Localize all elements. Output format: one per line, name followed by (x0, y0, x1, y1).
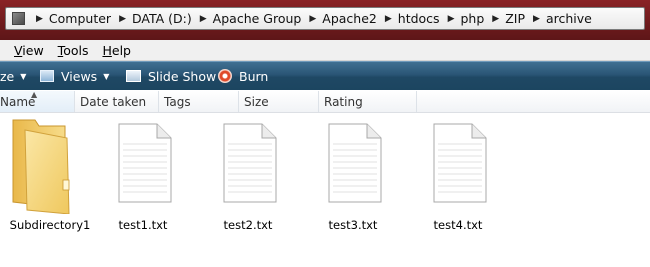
file-item-test3[interactable]: test3.txt (308, 118, 398, 238)
column-header-size[interactable]: Size (239, 91, 319, 112)
views-label: Views (61, 68, 98, 84)
chevron-right-icon[interactable]: ▶ (119, 14, 126, 24)
file-item-test1[interactable]: test1.txt (98, 118, 188, 238)
chevron-down-icon: ▼ (20, 71, 27, 81)
breadcrumb-computer[interactable]: Computer (49, 11, 111, 26)
column-date-label: Date taken (80, 94, 147, 109)
text-file-icon (433, 123, 487, 203)
folder-item[interactable]: Subdirectory1 (5, 118, 95, 238)
file-name: test3.txt (328, 218, 378, 232)
breadcrumb-data-drive[interactable]: DATA (D:) (132, 11, 192, 26)
title-bar: ▶ Computer ▶ DATA (D:) ▶ Apache Group ▶ … (0, 0, 650, 40)
breadcrumb-apache-group[interactable]: Apache Group (213, 11, 302, 26)
text-file-icon (328, 123, 382, 203)
chevron-right-icon[interactable]: ▶ (492, 14, 499, 24)
breadcrumb: ▶ Computer ▶ DATA (D:) ▶ Apache Group ▶ … (28, 8, 592, 29)
breadcrumb-php[interactable]: php (461, 11, 485, 26)
sort-ascending-icon: ▲ (31, 90, 38, 99)
address-bar[interactable]: ▶ Computer ▶ DATA (D:) ▶ Apache Group ▶ … (5, 7, 645, 30)
chevron-right-icon[interactable]: ▶ (448, 14, 455, 24)
menu-help[interactable]: Help (102, 43, 131, 58)
menu-tools[interactable]: Tools (58, 43, 89, 58)
slideshow-label: Slide Show (148, 68, 217, 84)
breadcrumb-htdocs[interactable]: htdocs (398, 11, 440, 26)
breadcrumb-zip[interactable]: ZIP (505, 11, 525, 26)
burn-label: Burn (239, 68, 269, 84)
computer-icon (12, 12, 25, 25)
chevron-right-icon[interactable]: ▶ (385, 14, 392, 24)
file-name: test2.txt (223, 218, 273, 232)
column-header-name[interactable]: ▲ Name (0, 90, 75, 112)
chevron-down-icon: ▼ (103, 71, 110, 81)
text-file-icon (223, 123, 277, 203)
breadcrumb-apache2[interactable]: Apache2 (322, 11, 377, 26)
chevron-right-icon[interactable]: ▶ (36, 14, 43, 24)
file-item-test2[interactable]: test2.txt (203, 118, 293, 238)
disc-icon (218, 69, 232, 83)
column-size-label: Size (244, 94, 269, 109)
file-name: test4.txt (433, 218, 483, 232)
menu-bar: View Tools Help (0, 40, 650, 61)
slideshow-icon (126, 70, 141, 82)
text-file-icon (118, 123, 172, 203)
column-header-date-taken[interactable]: Date taken (75, 91, 159, 112)
views-button[interactable]: Views ▼ (40, 62, 109, 90)
folder-name: Subdirectory1 (9, 218, 91, 232)
folder-icon (12, 119, 70, 214)
column-headers: ▲ Name Date taken Tags Size Rating (0, 90, 650, 113)
column-header-tags[interactable]: Tags (159, 91, 239, 112)
file-name: test1.txt (118, 218, 168, 232)
command-toolbar: ze ▼ Views ▼ Slide Show Burn (0, 61, 650, 90)
slideshow-button[interactable]: Slide Show (126, 62, 216, 90)
chevron-right-icon[interactable]: ▶ (309, 14, 316, 24)
chevron-right-icon[interactable]: ▶ (533, 14, 540, 24)
menu-help-label: Help (102, 42, 131, 58)
views-icon (40, 70, 54, 82)
organize-button[interactable]: ze ▼ (0, 62, 26, 90)
chevron-right-icon[interactable]: ▶ (200, 14, 207, 24)
menu-view-label: View (14, 42, 44, 58)
column-header-rating[interactable]: Rating (319, 91, 417, 112)
file-item-test4[interactable]: test4.txt (413, 118, 503, 238)
column-tags-label: Tags (164, 94, 191, 109)
menu-tools-label: Tools (57, 42, 89, 58)
burn-button[interactable]: Burn (218, 62, 268, 90)
menu-view[interactable]: View (14, 43, 44, 58)
column-rating-label: Rating (324, 94, 363, 109)
organize-label: ze (0, 68, 15, 84)
breadcrumb-archive[interactable]: archive (546, 11, 592, 26)
